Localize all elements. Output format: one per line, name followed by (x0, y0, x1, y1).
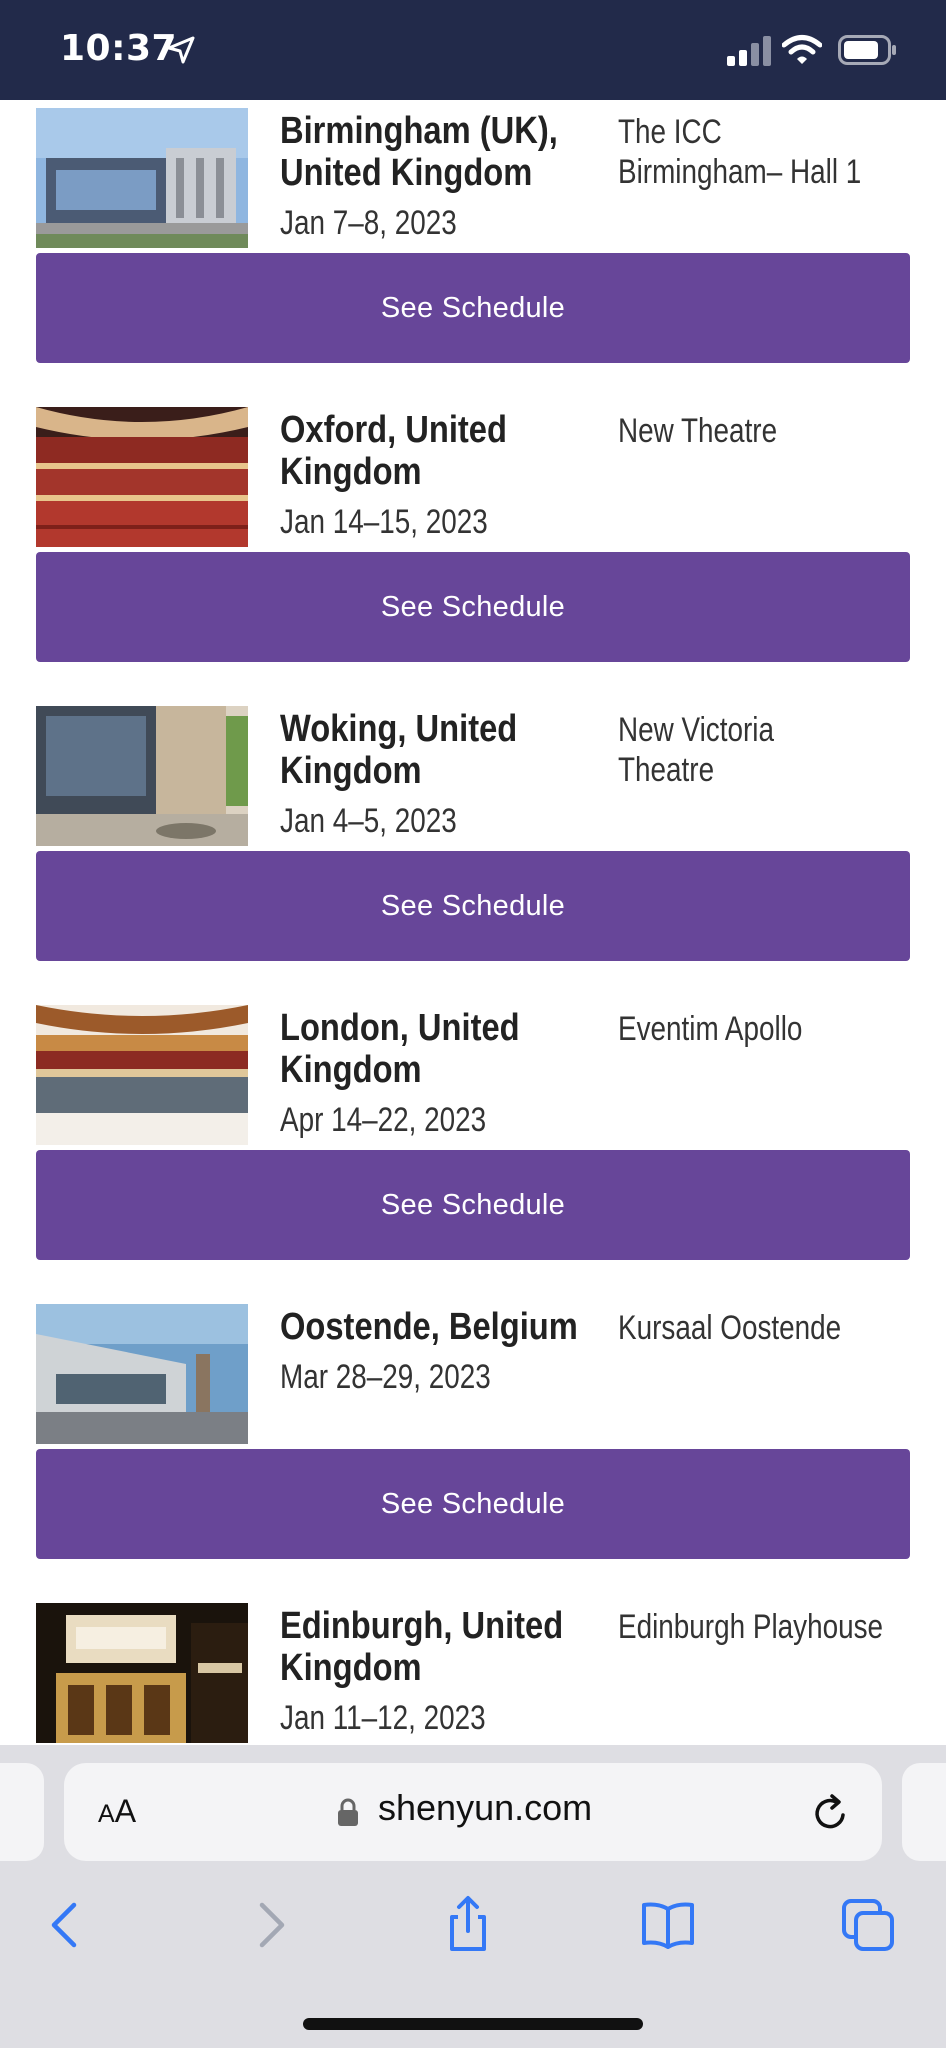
venue-list: Birmingham (UK), United Kingdom Jan 7–8,… (0, 100, 946, 1745)
venue-hall: The ICC Birmingham– Hall 1 (618, 113, 862, 191)
cellular-signal-icon (727, 36, 771, 66)
venue-photo (36, 407, 248, 547)
share-icon[interactable] (438, 1895, 498, 1955)
venue-photo (36, 108, 248, 248)
home-indicator (303, 2018, 643, 2030)
status-bar: 10:37 (0, 0, 946, 100)
venue-dates: Mar 28–29, 2023 (280, 1358, 491, 1396)
venue-photo (36, 1304, 248, 1444)
see-schedule-button[interactable]: See Schedule (36, 253, 910, 363)
wifi-icon (782, 35, 822, 64)
venue-dates: Jan 4–5, 2023 (280, 802, 457, 840)
venue-dates: Apr 14–22, 2023 (280, 1101, 487, 1139)
venue-hall: Edinburgh Playhouse (618, 1608, 884, 1646)
previous-tab-peek[interactable] (0, 1763, 44, 1861)
battery-icon (838, 35, 896, 65)
reader-settings-button[interactable]: AA (98, 1793, 158, 1833)
see-schedule-button[interactable]: See Schedule (36, 1449, 910, 1559)
venue-city: Edinburgh, United Kingdom (280, 1605, 564, 1689)
next-tab-peek[interactable] (902, 1763, 946, 1861)
address-bar[interactable]: AA shenyun.com (64, 1763, 882, 1861)
browser-toolbar: AA shenyun.com (0, 1745, 946, 2048)
venue-dates: Jan 14–15, 2023 (280, 503, 488, 541)
venue-city: Oxford, United Kingdom (280, 409, 507, 493)
venue-hall: Eventim Apollo (618, 1010, 803, 1048)
location-arrow-icon (167, 36, 195, 64)
forward-icon[interactable] (240, 1895, 300, 1955)
reload-icon[interactable] (812, 1793, 850, 1833)
see-schedule-button[interactable]: See Schedule (36, 552, 910, 662)
tabs-icon[interactable] (838, 1895, 898, 1955)
venue-dates: Jan 11–12, 2023 (280, 1699, 486, 1737)
venue-city: Birmingham (UK), United Kingdom (280, 110, 558, 194)
venue-city: London, United Kingdom (280, 1007, 520, 1091)
see-schedule-button[interactable]: See Schedule (36, 1150, 910, 1260)
status-time: 10:37 (60, 28, 178, 69)
venue-hall: Kursaal Oostende (618, 1309, 842, 1347)
venue-photo (36, 1603, 248, 1743)
venue-hall: New Victoria Theatre (618, 711, 774, 789)
venue-city: Woking, United Kingdom (280, 708, 518, 792)
url-text: shenyun.com (378, 1787, 593, 1828)
back-icon[interactable] (36, 1895, 96, 1955)
see-schedule-button[interactable]: See Schedule (36, 851, 910, 961)
venue-dates: Jan 7–8, 2023 (280, 204, 457, 242)
venue-photo (36, 706, 248, 846)
lock-icon (338, 1798, 358, 1826)
venue-city: Oostende, Belgium (280, 1306, 578, 1348)
venue-hall: New Theatre (618, 412, 778, 450)
bookmarks-icon[interactable] (638, 1895, 698, 1955)
venue-photo (36, 1005, 248, 1145)
